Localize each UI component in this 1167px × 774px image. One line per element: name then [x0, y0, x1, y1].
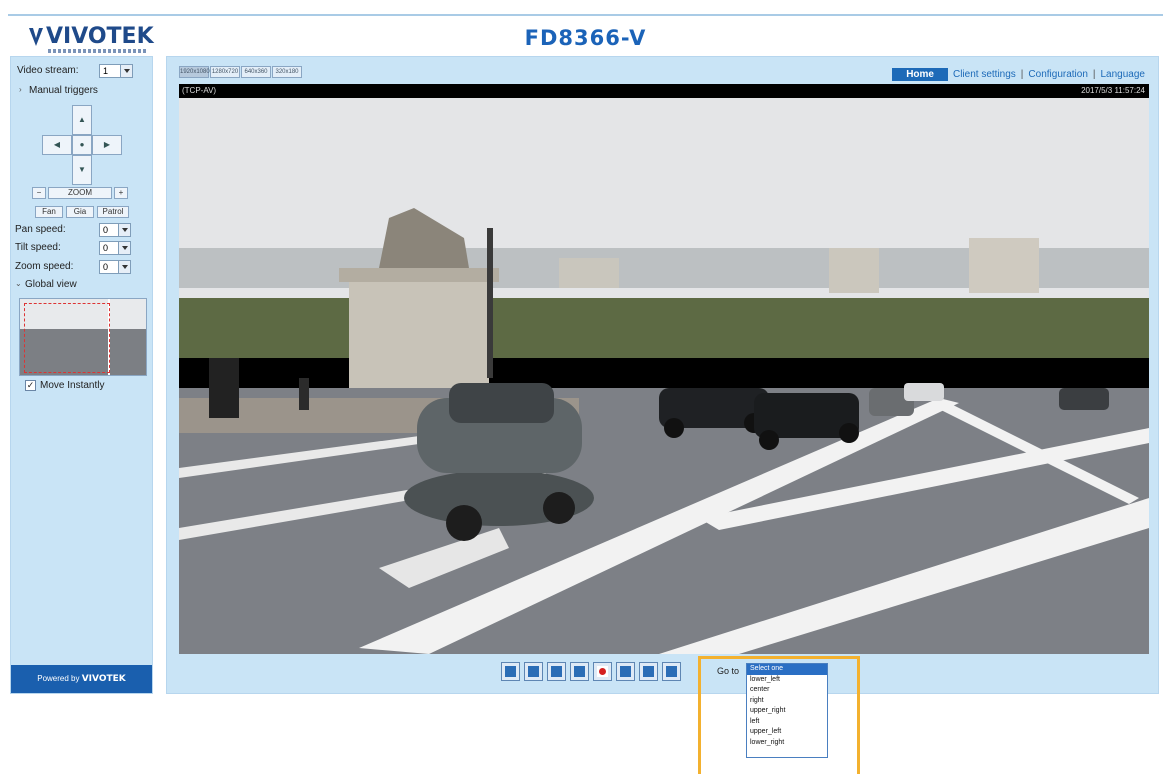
pause-icon[interactable]	[547, 661, 566, 681]
camera-scene-image	[179, 98, 1149, 654]
stream-tabs: 1920x1080 1280x720 640x360 320x180	[179, 66, 302, 79]
mute-icon[interactable]	[639, 661, 658, 681]
nav-client-settings[interactable]: Client settings	[948, 69, 1021, 80]
expand-arrow-icon[interactable]: ›	[19, 85, 22, 94]
pan-speed-label: Pan speed:	[15, 224, 66, 235]
stream-tab-1[interactable]: 1920x1080	[179, 66, 210, 78]
page-title: FD8366-V	[524, 26, 647, 50]
stream-tab-3[interactable]: 640x360	[241, 66, 271, 78]
stream-tab-2[interactable]: 1280x720	[210, 66, 240, 78]
gia-button[interactable]: Gia	[66, 206, 94, 218]
talk-icon[interactable]	[662, 661, 681, 681]
zoom-speed-label: Zoom speed:	[15, 261, 74, 272]
chevron-down-icon	[118, 224, 130, 236]
pan-left-button[interactable]: ◀	[42, 135, 72, 155]
stop-icon[interactable]	[570, 661, 589, 681]
left-control-panel: Video stream: 1 Manual triggers › ▲ ◀ ● …	[10, 56, 153, 694]
stream-tab-4[interactable]: 320x180	[272, 66, 302, 78]
video-timestamp: 2017/5/3 11:57:24	[1081, 86, 1145, 95]
powered-by-footer: Powered by VIVOTEK	[11, 665, 152, 693]
home-position-button[interactable]: ●	[72, 135, 92, 155]
chevron-down-icon	[118, 261, 130, 273]
global-view-toggle[interactable]: Global view	[25, 279, 77, 290]
camera-web-ui: VIVOTEK FD8366-V Video stream: 1 Manual …	[0, 0, 1167, 774]
digital-zoom-icon[interactable]	[524, 661, 543, 681]
zoom-speed-select[interactable]: 0	[99, 260, 131, 274]
manual-triggers-link[interactable]: Manual triggers	[29, 85, 98, 96]
nav-home[interactable]: Home	[892, 67, 948, 81]
volume-icon[interactable]	[616, 661, 635, 681]
zoom-label: ZOOM	[48, 187, 112, 199]
pan-speed-select[interactable]: 0	[99, 223, 131, 237]
patrol-button[interactable]: Patrol	[97, 206, 129, 218]
snapshot-icon[interactable]	[501, 661, 520, 681]
video-stream-select[interactable]: 1	[99, 64, 133, 78]
fan-button[interactable]: Fan	[35, 206, 63, 218]
nav-language[interactable]: Language	[1096, 69, 1151, 80]
move-instantly-checkbox[interactable]: ✓	[25, 380, 36, 391]
global-view-thumbnail[interactable]	[19, 298, 147, 376]
collapse-arrow-icon[interactable]: ⌄	[15, 279, 22, 288]
live-video-view[interactable]: (TCP-AV) 2017/5/3 11:57:24	[179, 84, 1149, 654]
zoom-in-button[interactable]: +	[114, 187, 128, 199]
nav-configuration[interactable]: Configuration	[1023, 69, 1092, 80]
record-icon[interactable]	[593, 661, 612, 681]
pan-right-button[interactable]: ▶	[92, 135, 122, 155]
tilt-speed-label: Tilt speed:	[15, 242, 61, 253]
chevron-down-icon	[120, 65, 132, 77]
tilt-up-button[interactable]: ▲	[72, 105, 92, 135]
move-instantly-label: Move Instantly	[40, 380, 105, 391]
chevron-down-icon	[118, 242, 130, 254]
view-region-frame[interactable]	[24, 303, 110, 373]
stream-protocol: (TCP-AV)	[182, 86, 217, 95]
zoom-out-button[interactable]: −	[32, 187, 46, 199]
main-viewer-panel: 1920x1080 1280x720 640x360 320x180 Home …	[166, 56, 1159, 694]
video-stream-label: Video stream:	[17, 65, 79, 76]
callout-highlight-frame	[698, 656, 860, 774]
top-navigation: Home Client settings | Configuration | L…	[892, 67, 1150, 81]
video-controls	[501, 660, 681, 682]
tilt-speed-select[interactable]: 0	[99, 241, 131, 255]
page-header: VIVOTEK FD8366-V	[8, 14, 1163, 54]
video-info-bar: (TCP-AV) 2017/5/3 11:57:24	[179, 84, 1149, 98]
tilt-down-button[interactable]: ▼	[72, 155, 92, 185]
